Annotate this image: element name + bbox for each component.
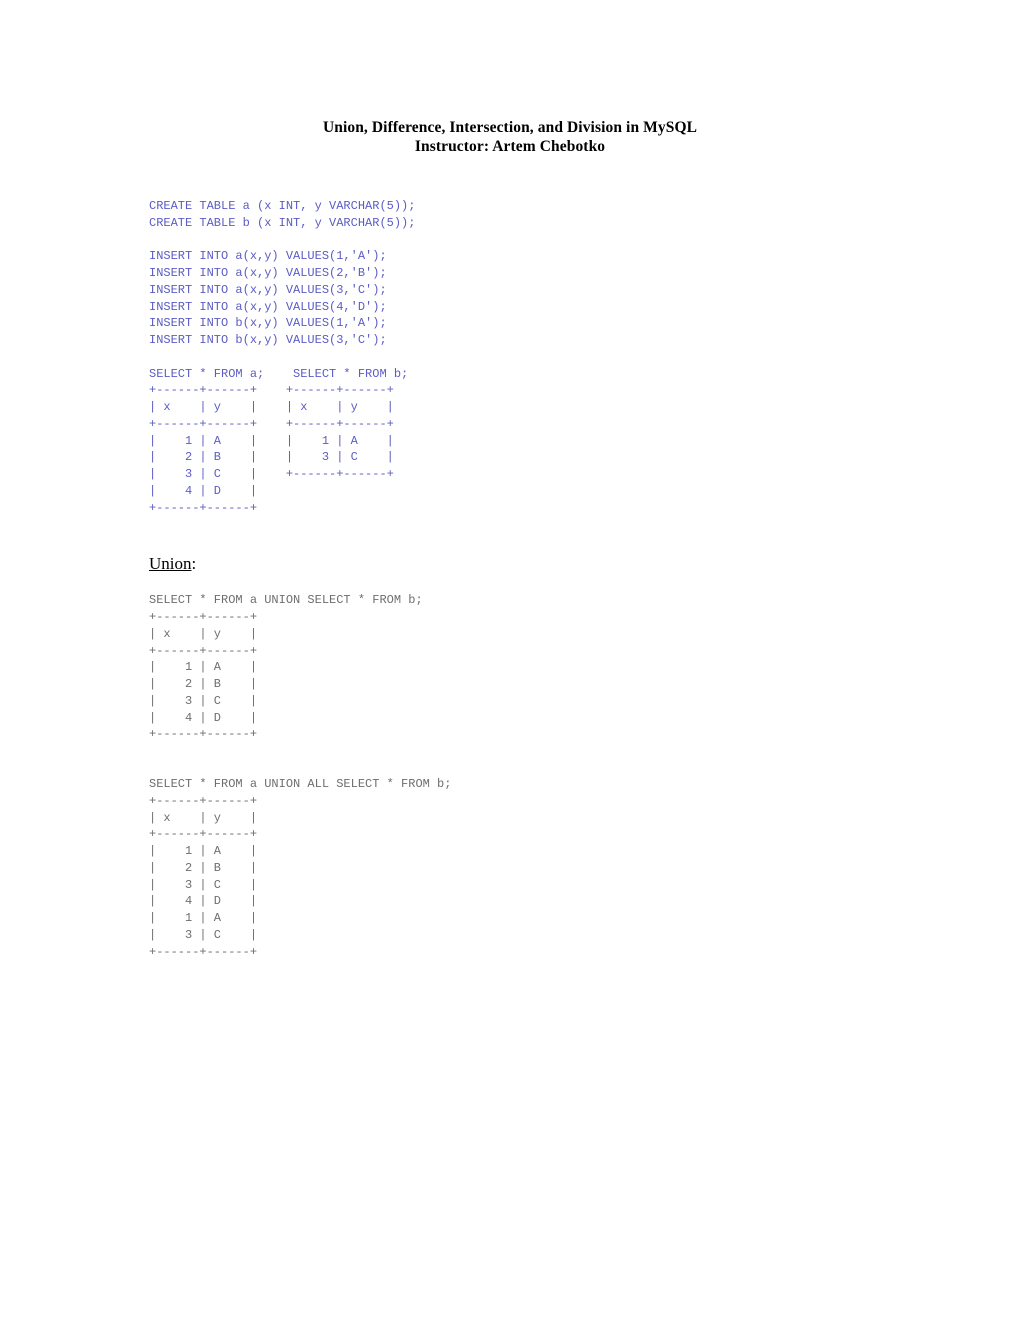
spacer-before-setup-block (149, 156, 939, 198)
page-title: Union, Difference, Intersection, and Div… (0, 0, 1020, 156)
page-title-line-2: Instructor: Artem Chebotko (414, 138, 606, 155)
section-heading-union-colon: : (191, 554, 197, 574)
section-heading-union-label: Union (149, 554, 192, 574)
setup-sql-block: CREATE TABLE a (x INT, y VARCHAR(5)); CR… (149, 199, 416, 515)
spacer-after-setup-block (149, 516, 939, 554)
spacer-between-union-blocks (149, 743, 939, 776)
page-title-line-1: Union, Difference, Intersection, and Div… (322, 119, 698, 136)
union-query-block: SELECT * FROM a UNION SELECT * FROM b; +… (149, 593, 423, 742)
section-heading-union: Union: (149, 554, 939, 574)
document-body: CREATE TABLE a (x INT, y VARCHAR(5)); CR… (149, 156, 939, 960)
union-all-query-block: SELECT * FROM a UNION ALL SELECT * FROM … (149, 777, 452, 959)
spacer-after-union-heading (149, 574, 939, 592)
document-page: Union, Difference, Intersection, and Div… (0, 0, 1020, 1320)
